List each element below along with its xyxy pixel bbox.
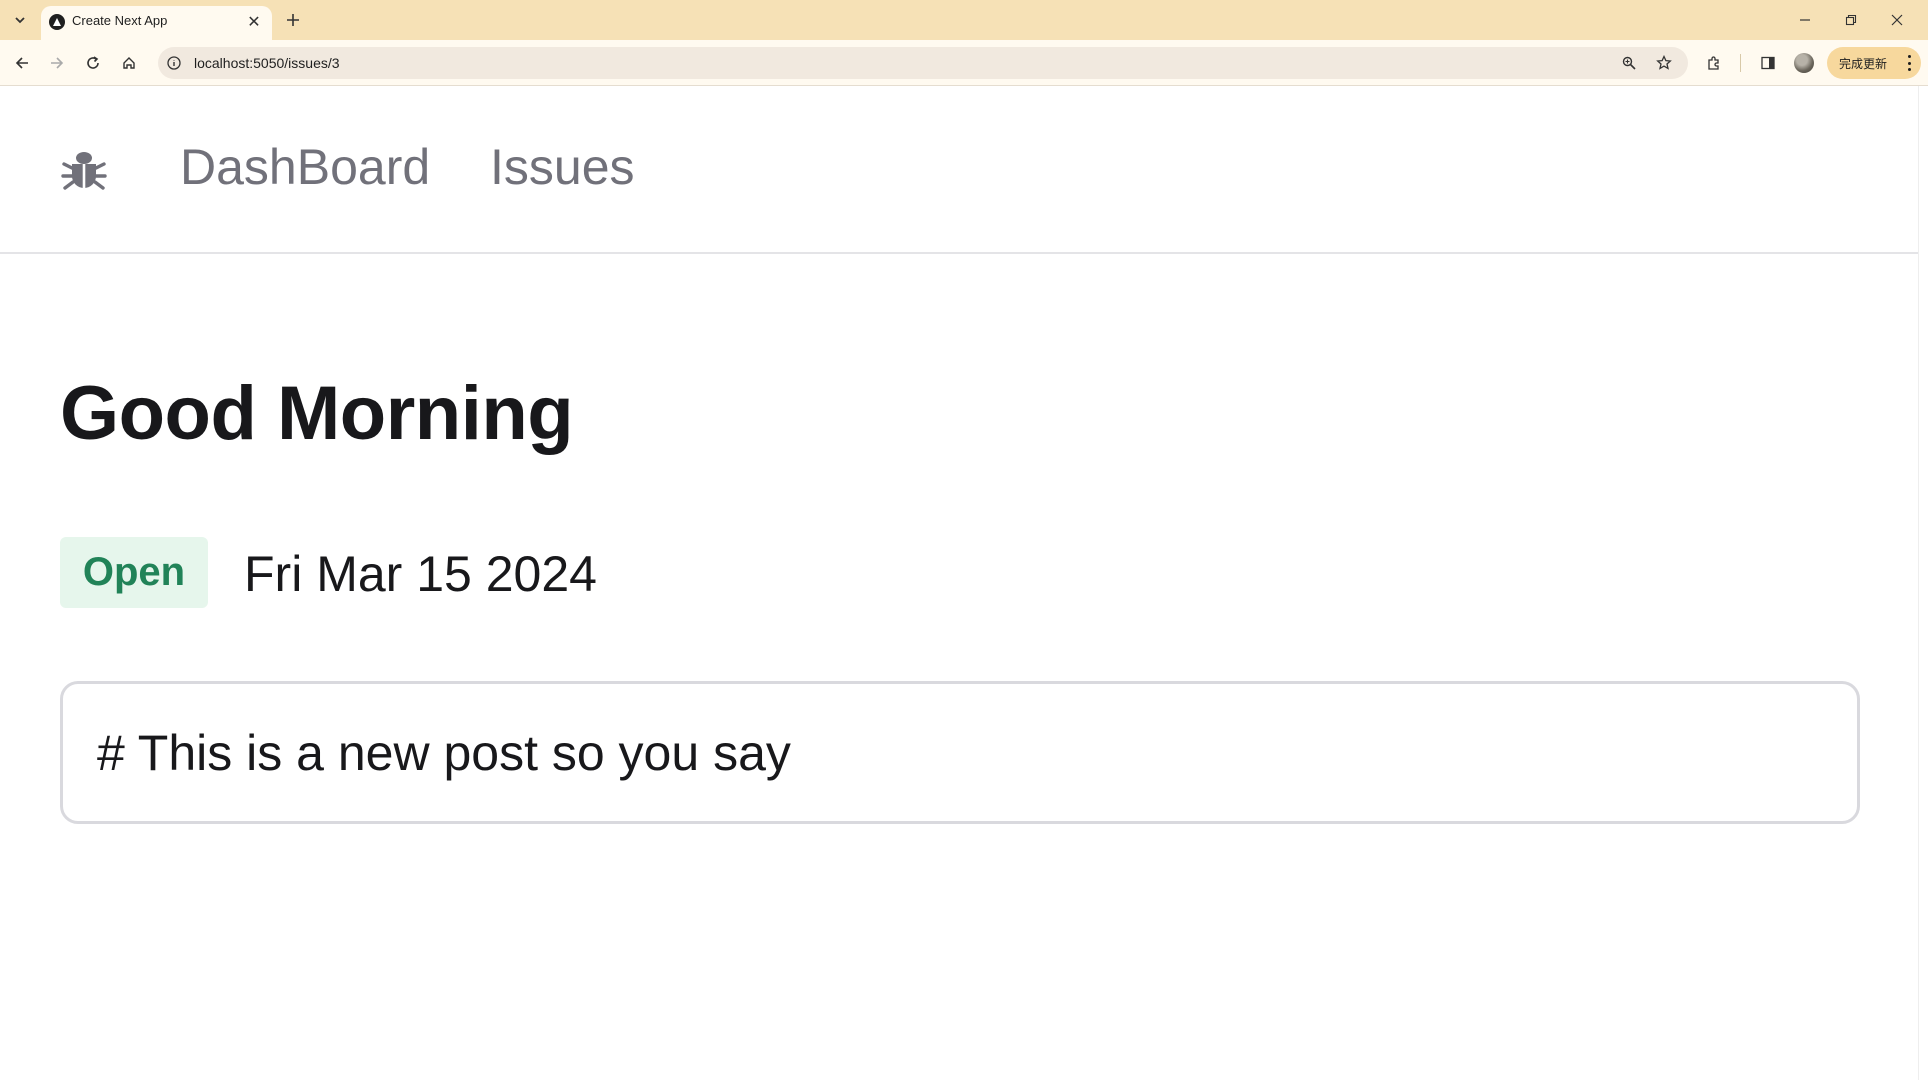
extensions-puzzle-icon[interactable] [1702,51,1726,75]
more-options-icon [1907,55,1911,71]
tab-close-icon[interactable]: ✕ [244,12,264,32]
profile-avatar[interactable] [1794,53,1814,73]
issue-title: Good Morning [60,371,574,456]
browser-toolbar: localhost:5050/issues/3 完成更新 [0,40,1928,86]
tab-title: Create Next App [72,13,168,28]
address-bar[interactable]: localhost:5050/issues/3 [158,47,1688,79]
side-panel-icon[interactable] [1756,51,1780,75]
plus-icon [287,14,299,26]
arrow-right-icon [51,57,64,69]
reload-icon [87,56,99,69]
reload-button[interactable] [80,50,106,76]
nav-link-dashboard[interactable]: DashBoard [180,138,430,196]
bookmark-star-icon[interactable] [1654,53,1674,73]
page-scrollbar[interactable] [1918,86,1928,1080]
zoom-icon[interactable] [1620,54,1638,72]
close-icon [1891,14,1903,26]
home-icon [123,57,135,69]
restore-button[interactable] [1828,0,1874,40]
forward-button[interactable] [44,50,70,76]
update-browser-button[interactable]: 完成更新 [1827,47,1921,79]
site-info-icon[interactable] [166,55,182,71]
app-navbar: DashBoard Issues [0,86,1918,254]
close-window-button[interactable] [1874,0,1920,40]
url-text[interactable]: localhost:5050/issues/3 [194,55,340,71]
issue-description-card: # This is a new post so you say [60,681,1860,824]
restore-icon [1845,14,1857,26]
status-badge: Open [60,537,208,608]
chevron-down-icon [15,17,25,24]
bug-icon[interactable] [60,146,108,194]
toolbar-divider [1740,54,1741,72]
update-button-label: 完成更新 [1839,56,1888,71]
browser-tab-strip: Create Next App ✕ [0,0,1928,40]
new-tab-button[interactable] [282,9,304,31]
arrow-left-icon [15,57,28,69]
home-button[interactable] [116,50,142,76]
back-button[interactable] [9,50,35,76]
nav-link-issues[interactable]: Issues [490,138,635,196]
tab-search-button[interactable] [8,8,32,32]
nextjs-favicon-icon [49,14,65,30]
minimize-button[interactable] [1782,0,1828,40]
browser-tab-active[interactable]: Create Next App ✕ [41,6,272,40]
issue-created-date: Fri Mar 15 2024 [244,546,597,602]
minimize-icon [1800,19,1810,21]
issue-description-text: # This is a new post so you say [97,725,791,781]
